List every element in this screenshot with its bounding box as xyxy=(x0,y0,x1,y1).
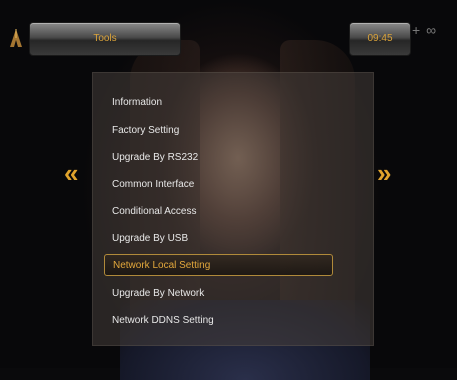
double-chevron-left-icon[interactable]: « xyxy=(64,160,79,186)
clock-bar: 09:45 xyxy=(349,22,411,56)
double-chevron-right-icon[interactable]: » xyxy=(377,160,392,186)
tools-menu-panel: Information Factory Setting Upgrade By R… xyxy=(92,72,374,346)
menu-item-common-interface[interactable]: Common Interface xyxy=(104,174,333,196)
menu-item-conditional-access[interactable]: Conditional Access xyxy=(104,201,333,223)
menu-item-network-ddns-setting[interactable]: Network DDNS Setting xyxy=(104,310,333,332)
menu-item-factory-setting[interactable]: Factory Setting xyxy=(104,120,333,142)
clock-display: 09:45 xyxy=(367,33,393,44)
menu-item-network-local-setting[interactable]: Network Local Setting xyxy=(104,254,333,276)
menu-item-upgrade-usb[interactable]: Upgrade By USB xyxy=(104,228,333,250)
menu-item-upgrade-network[interactable]: Upgrade By Network xyxy=(104,283,333,305)
menu-item-information[interactable]: Information xyxy=(104,92,333,114)
menu-item-upgrade-rs232[interactable]: Upgrade By RS232 xyxy=(104,147,333,169)
signal-marks-icon: + ∞ xyxy=(412,22,438,38)
antenna-logo-icon xyxy=(10,29,22,47)
page-title: Tools xyxy=(93,33,117,44)
title-bar: Tools xyxy=(29,22,181,56)
